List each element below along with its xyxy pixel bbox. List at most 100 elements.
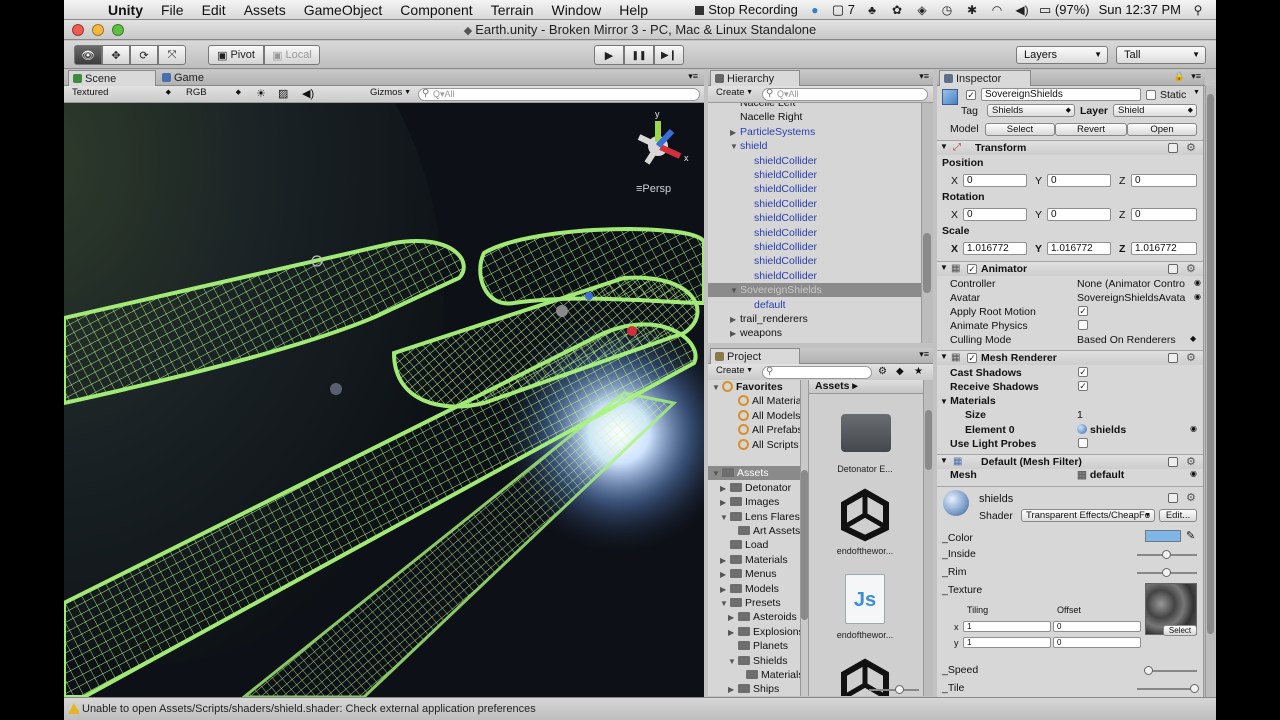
tile-slider-knob[interactable] — [1190, 684, 1199, 693]
materials-foldout[interactable]: ▼ Materials — [940, 395, 996, 407]
slider-knob[interactable] — [895, 685, 904, 694]
tag-dropdown[interactable]: Shields ◆ — [987, 104, 1075, 117]
foldout-arrow-icon[interactable]: ▼ — [728, 655, 738, 669]
tiling-y-field[interactable]: 1 — [963, 637, 1051, 648]
active-checkbox[interactable]: ✓ — [966, 90, 976, 100]
panel-menu-icon[interactable]: ▾≡ — [1191, 71, 1201, 82]
object-picker-icon[interactable]: ◉ — [1190, 424, 1197, 433]
chevron-updown-icon[interactable]: ◆ — [1190, 334, 1196, 343]
chevron-down-icon[interactable]: ▼ — [1193, 89, 1200, 96]
help-book-icon[interactable] — [1168, 493, 1178, 503]
zoom-window-button[interactable] — [112, 24, 124, 36]
gear-icon[interactable]: ⚙ — [1186, 491, 1196, 504]
inspector-scroll-track[interactable] — [1205, 86, 1215, 697]
controller-value[interactable]: None (Animator Contro — [1077, 278, 1193, 290]
hierarchy-item[interactable]: ▶ trail_renderers — [708, 312, 808, 326]
scale-z-field[interactable]: 1.016772 — [1131, 242, 1197, 255]
cast-shadows-checkbox[interactable]: ✓ — [1078, 367, 1088, 377]
project-search-input[interactable] — [762, 366, 872, 379]
rotate-tool-button[interactable]: ⟳ — [130, 45, 158, 65]
menu-edit[interactable]: Edit — [194, 2, 236, 18]
hierarchy-item[interactable]: ▼ SovereignShields — [708, 283, 921, 298]
transform-header[interactable]: ▼ ⤢ Transform ⚙ — [937, 140, 1205, 155]
transform-handle[interactable] — [627, 326, 637, 336]
project-assets-scrollbar[interactable] — [923, 380, 933, 696]
color-mode-dropdown[interactable]: RGB ◆ — [182, 87, 244, 100]
project-create-dropdown[interactable]: Create ▼ — [712, 365, 756, 378]
panel-menu-icon[interactable]: ▾≡ — [688, 71, 698, 82]
scene-viewport[interactable]: y x ≡Persp — [64, 103, 704, 697]
gear-icon[interactable]: ⚙ — [1186, 351, 1196, 364]
size-value[interactable]: 1 — [1077, 409, 1083, 421]
foldout-arrow-icon[interactable]: ▶ — [720, 496, 730, 510]
shader-dropdown[interactable]: Transparent Effects/CheapFo ▼ — [1021, 509, 1155, 522]
battery-status[interactable]: ▭ (97%) — [1039, 2, 1090, 18]
menu-unity[interactable]: Unity — [100, 2, 153, 18]
apply-root-motion-checkbox[interactable]: ✓ — [1078, 306, 1088, 316]
rotation-y-field[interactable]: 0 — [1047, 208, 1111, 221]
hierarchy-item[interactable]: ▶ ParticleSystems — [708, 125, 815, 139]
asset-item[interactable]: Js endofthewor... — [815, 570, 915, 642]
transform-handle[interactable] — [556, 305, 568, 317]
favorite-star-icon[interactable]: ★ — [914, 366, 923, 377]
layers-dropdown[interactable]: Layers ▼ — [1016, 46, 1108, 64]
scale-y-field[interactable]: 1.016772 — [1047, 242, 1111, 255]
view-tool-button[interactable]: 👁 — [74, 45, 102, 65]
speed-slider-knob[interactable] — [1144, 666, 1153, 675]
hierarchy-item[interactable]: shieldCollider — [708, 269, 817, 283]
project-tree-item[interactable]: ▼ Lens Flares — [708, 510, 800, 524]
tab-hierarchy[interactable]: Hierarchy — [710, 70, 800, 86]
position-y-field[interactable]: 0 — [1047, 174, 1111, 187]
minimize-window-button[interactable] — [92, 24, 104, 36]
globe-icon[interactable]: ● — [807, 3, 823, 17]
project-tree-item[interactable]: ▼ Presets — [708, 596, 800, 610]
render-mode-dropdown[interactable]: Textured ◆ — [68, 87, 174, 100]
tray-counter[interactable]: ▢ 7 — [832, 2, 855, 18]
hierarchy-item[interactable]: Nacelle Left — [708, 103, 795, 110]
shader-edit-button[interactable]: Edit... — [1159, 509, 1197, 522]
project-tree-item[interactable]: Art Assets — [708, 524, 800, 538]
foldout-arrow-icon[interactable]: ▼ — [720, 511, 730, 525]
project-tree-item[interactable]: Load — [708, 538, 800, 552]
help-book-icon[interactable] — [1168, 264, 1178, 274]
inspector-scroll-thumb[interactable] — [1207, 94, 1214, 634]
play-button[interactable]: ▶ — [594, 45, 624, 65]
foldout-arrow-icon[interactable]: ▶ — [720, 482, 730, 496]
hierarchy-item[interactable]: default — [708, 298, 786, 312]
menu-assets[interactable]: Assets — [236, 2, 296, 18]
scale-x-field[interactable]: 1.016772 — [963, 242, 1027, 255]
project-tree-item[interactable]: All Materials — [708, 394, 800, 408]
object-picker-icon[interactable]: ◉ — [1194, 292, 1201, 301]
console-status-bar[interactable]: Unable to open Assets/Scripts/shaders/sh… — [64, 697, 1216, 720]
menu-terrain[interactable]: Terrain — [483, 2, 544, 18]
project-tree-item[interactable]: ▼ Favorites — [708, 380, 800, 394]
texture-select-button[interactable]: Select — [1163, 625, 1197, 636]
project-tree-item[interactable]: ▼ Shields — [708, 654, 800, 668]
pivot-toggle[interactable]: ▣ Pivot — [208, 45, 264, 65]
tile-slider-track[interactable] — [1137, 688, 1197, 690]
hierarchy-item[interactable]: shieldCollider — [708, 254, 817, 268]
foldout-arrow-icon[interactable]: ▼ — [730, 284, 740, 298]
color-swatch[interactable] — [1145, 530, 1181, 542]
wifi-icon[interactable]: ◠ — [989, 3, 1005, 17]
step-button[interactable]: ▶❙ — [654, 45, 684, 65]
projection-label[interactable]: ≡Persp — [636, 183, 671, 195]
position-x-field[interactable]: 0 — [963, 174, 1027, 187]
animate-physics-checkbox[interactable] — [1078, 320, 1088, 330]
animator-enabled-checkbox[interactable]: ✓ — [967, 264, 977, 274]
audio-toggle-icon[interactable]: ◀) — [302, 87, 314, 100]
tab-scene[interactable]: Scene — [68, 70, 156, 86]
asset-item[interactable]: Detonator E... — [815, 406, 915, 476]
static-checkbox[interactable] — [1146, 90, 1156, 100]
mesh-filter-header[interactable]: ▼ ▦ Default (Mesh Filter) ⚙ — [937, 454, 1205, 469]
project-tree-item[interactable]: ▶ Asteroids — [708, 610, 800, 624]
help-book-icon[interactable] — [1168, 143, 1178, 153]
hierarchy-item[interactable]: ▶ weapons — [708, 326, 782, 340]
hierarchy-item[interactable]: starfield_inner — [708, 341, 792, 343]
filter-label-icon[interactable]: ◆ — [896, 366, 904, 377]
hierarchy-scroll-thumb[interactable] — [923, 233, 931, 293]
hierarchy-create-dropdown[interactable]: Create ▼ — [712, 87, 756, 100]
thumbnail-size-slider[interactable] — [869, 685, 919, 694]
foldout-arrow-icon[interactable]: ▶ — [720, 568, 730, 582]
eyedropper-icon[interactable]: ✎ — [1186, 529, 1195, 542]
